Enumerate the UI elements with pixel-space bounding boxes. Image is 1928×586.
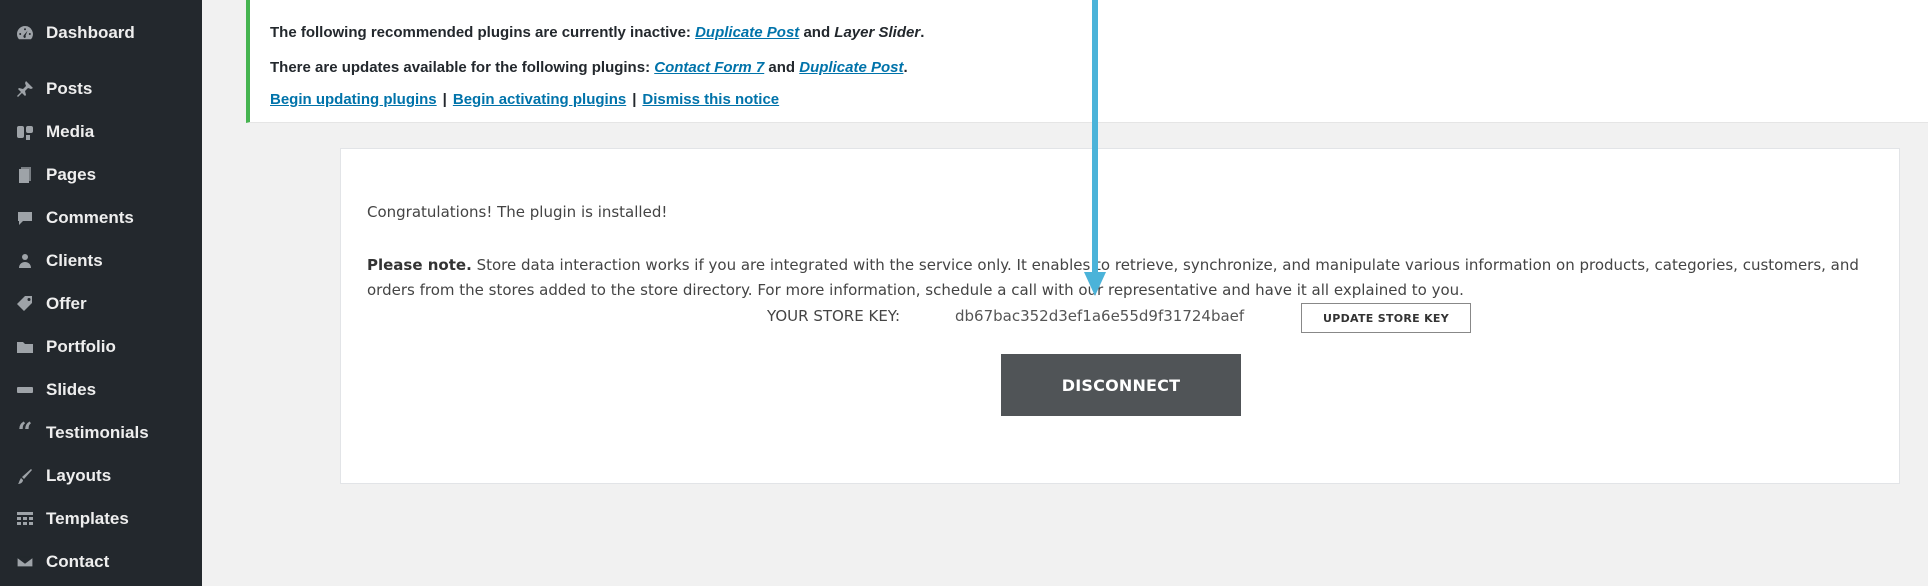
sidebar-item-layouts[interactable]: Layouts	[0, 455, 202, 497]
pin-icon	[14, 78, 36, 100]
note-body: Store data interaction works if you are …	[367, 256, 1859, 299]
contact-form-7-link[interactable]: Contact Form 7	[654, 59, 764, 76]
notice-text: .	[920, 24, 925, 41]
sidebar-item-comments[interactable]: Comments	[0, 197, 202, 239]
duplicate-post-link[interactable]: Duplicate Post	[695, 24, 799, 41]
folder-icon	[14, 336, 36, 358]
sidebar-item-media[interactable]: Media	[0, 111, 202, 153]
notice-text: .	[903, 59, 908, 76]
media-icon	[14, 121, 36, 143]
sidebar-item-templates[interactable]: Templates	[0, 498, 202, 540]
slides-icon	[14, 379, 36, 401]
disconnect-button[interactable]: DISCONNECT	[1001, 354, 1241, 416]
install-success-message: Congratulations! The plugin is installed…	[367, 203, 668, 221]
annotation-arrow-icon	[1084, 0, 1106, 296]
sidebar-item-label: Media	[46, 122, 95, 141]
sidebar-item-posts[interactable]: Posts	[0, 68, 202, 110]
sidebar-item-label: Offer	[46, 294, 87, 313]
sidebar-item-label: Testimonials	[46, 423, 149, 442]
integration-note: Please note. Store data interaction work…	[367, 253, 1877, 303]
sidebar-item-label: Dashboard	[46, 23, 135, 42]
notice-text: The following recommended plugins are cu…	[270, 24, 691, 41]
sidebar-item-testimonials[interactable]: “ Testimonials	[0, 412, 202, 454]
notice-text: and	[768, 59, 796, 76]
dashboard-icon	[14, 22, 36, 44]
tag-icon	[14, 293, 36, 315]
comment-icon	[14, 207, 36, 229]
grid-icon	[14, 508, 36, 530]
duplicate-post-update-link[interactable]: Duplicate Post	[799, 59, 903, 76]
sidebar-item-label: Posts	[46, 79, 93, 98]
notice-actions: Begin updating plugins | Begin activating …	[270, 91, 779, 108]
sidebar-item-label: Slides	[46, 380, 97, 399]
sidebar-item-dashboard[interactable]: Dashboard	[0, 12, 202, 54]
sidebar-item-label: Comments	[46, 208, 134, 227]
sidebar-item-label: Portfolio	[46, 337, 116, 356]
note-heading: Please note.	[367, 256, 472, 274]
plugin-status-panel: Congratulations! The plugin is installed…	[340, 148, 1900, 484]
quote-icon: “	[17, 418, 33, 448]
layer-slider-text: Layer Slider	[834, 24, 921, 41]
sidebar-item-portfolio[interactable]: Portfolio	[0, 326, 202, 368]
sidebar-item-label: Pages	[46, 165, 97, 184]
notice-updates-line: There are updates available for the foll…	[270, 59, 908, 76]
sidebar-item-clients[interactable]: Clients	[0, 240, 202, 282]
sidebar-item-label: Contact	[46, 552, 110, 571]
pages-icon	[14, 164, 36, 186]
sidebar-item-label: Templates	[46, 509, 129, 528]
sidebar-item-label: Layouts	[46, 466, 112, 485]
separator: |	[442, 91, 447, 108]
sidebar-item-slides[interactable]: Slides	[0, 369, 202, 411]
begin-updating-link[interactable]: Begin updating plugins	[270, 91, 437, 108]
admin-sidebar: Dashboard Posts Media Pages Comments Cli…	[0, 0, 202, 586]
users-icon	[14, 250, 36, 272]
sidebar-item-offer[interactable]: Offer	[0, 283, 202, 325]
sidebar-item-label: Clients	[46, 251, 103, 270]
update-store-key-button[interactable]: UPDATE STORE KEY	[1301, 303, 1471, 333]
dismiss-notice-link[interactable]: Dismiss this notice	[642, 91, 779, 108]
store-key-value: db67bac352d3ef1a6e55d9f31724baef	[955, 307, 1245, 325]
begin-activating-link[interactable]: Begin activating plugins	[453, 91, 626, 108]
notice-text: and	[803, 24, 831, 41]
sidebar-item-pages[interactable]: Pages	[0, 154, 202, 196]
notice-text: There are updates available for the foll…	[270, 59, 651, 76]
separator: |	[632, 91, 637, 108]
store-key-label: YOUR STORE KEY:	[767, 307, 901, 325]
brush-icon	[14, 465, 36, 487]
sidebar-item-contact[interactable]: Contact	[0, 541, 202, 583]
notice-inactive-line: The following recommended plugins are cu…	[270, 24, 924, 41]
mail-icon	[14, 551, 36, 573]
